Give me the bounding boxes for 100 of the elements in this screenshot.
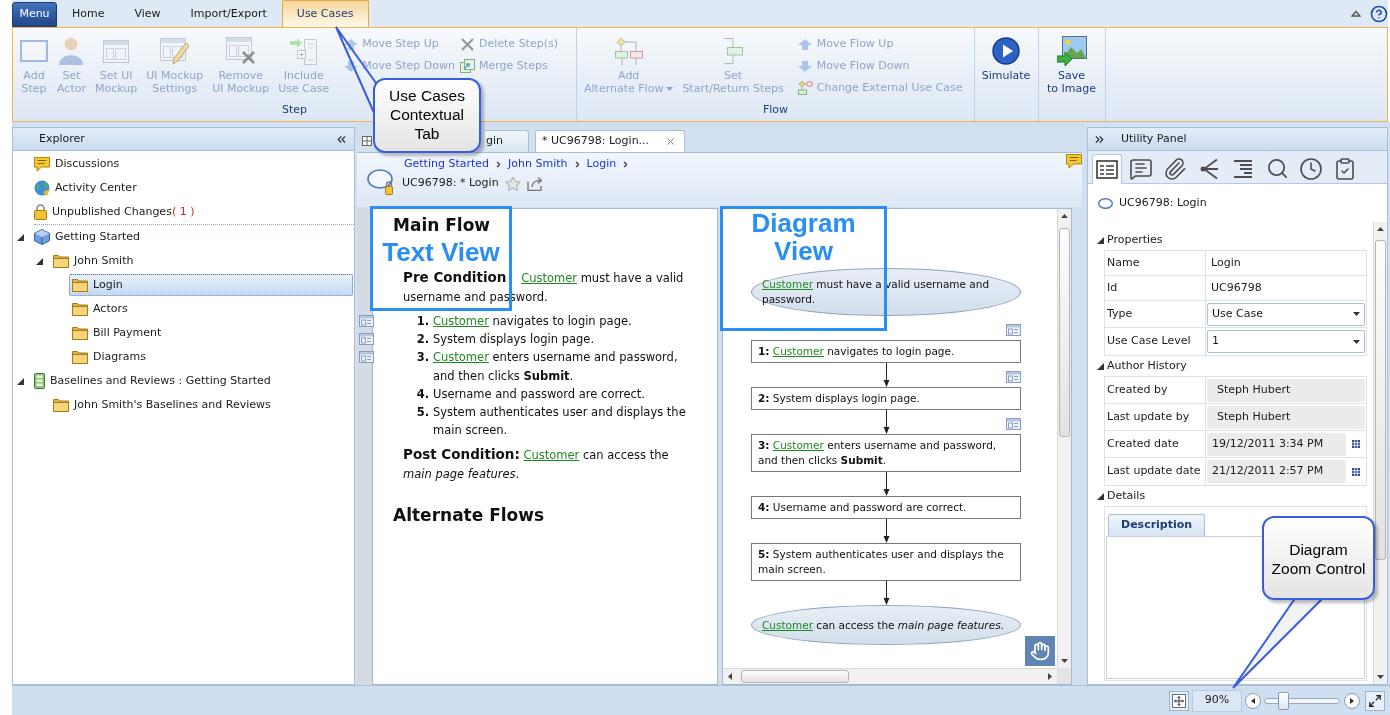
caret-icon <box>1353 312 1360 316</box>
expanded-triangle-icon[interactable] <box>1097 236 1104 244</box>
play-icon <box>992 37 1020 65</box>
actor-link[interactable]: Customer <box>433 350 489 365</box>
document-icon <box>34 373 45 389</box>
node-text: 5: System authenticates user and displays the main screen. <box>758 547 1005 577</box>
share-icon[interactable] <box>526 176 544 191</box>
chevron-up-icon[interactable] <box>1351 10 1361 17</box>
up-arrow-icon <box>343 38 358 50</box>
group-label: Flow <box>762 102 789 118</box>
ribbon-tab[interactable]: Import/Export <box>175 2 282 27</box>
hand-icon <box>1030 641 1050 661</box>
folder-icon <box>53 254 69 268</box>
property-label: Last update date <box>1105 458 1206 485</box>
expanded-triangle-icon[interactable] <box>1097 362 1104 370</box>
fit-to-screen-icon <box>1172 693 1186 708</box>
comment-icon <box>1066 154 1082 169</box>
zoom-slider[interactable] <box>1264 691 1340 710</box>
node-text: Customer can access the main page features. <box>762 617 1004 633</box>
ribbon-tab[interactable]: Use Cases <box>281 0 369 27</box>
ribbon-tab[interactable]: Home <box>57 2 120 27</box>
actor-link[interactable]: Customer <box>772 439 824 451</box>
zoom-field[interactable]: 90% <box>1192 689 1242 712</box>
fullscreen-button[interactable] <box>1365 690 1385 711</box>
ribbon-button[interactable]: Simulate <box>977 28 1035 121</box>
calendar-icon[interactable] <box>1352 467 1360 476</box>
actor-link[interactable]: Customer <box>762 278 813 290</box>
ribbon-button[interactable]: Save to Image <box>1043 28 1100 121</box>
explorer-link[interactable]: Discussions <box>31 153 121 175</box>
menu-button[interactable]: Menu <box>12 2 57 27</box>
flowchart-icon <box>614 37 643 65</box>
slider-thumb[interactable] <box>1278 691 1290 710</box>
expanded-triangle-icon[interactable] <box>16 377 24 385</box>
ribbon-tab[interactable]: View <box>119 2 176 27</box>
cube-icon <box>34 229 50 245</box>
actor-link[interactable]: Customer <box>433 314 489 328</box>
details-tab[interactable]: Description <box>1108 514 1206 536</box>
node-text: Customer must have a valid username and password. <box>762 277 991 307</box>
explorer-link[interactable]: Unpublished Changes( 1 ) <box>31 201 196 223</box>
property-label: Created by <box>1105 377 1206 403</box>
breadcrumb-link[interactable]: Login <box>586 155 617 173</box>
actor-link[interactable]: Customer <box>523 448 580 463</box>
branch-icon <box>1199 157 1219 180</box>
tree-item[interactable]: Getting Started <box>31 226 148 248</box>
tree-item[interactable]: Baselines and Reviews : Getting Started <box>31 370 278 392</box>
window-icon <box>103 39 130 63</box>
fit-button[interactable] <box>1169 690 1189 711</box>
group-label: Step <box>281 102 307 118</box>
actor-link[interactable]: Customer <box>521 271 577 285</box>
tree-item[interactable]: Diagrams <box>69 346 153 368</box>
tool-tab[interactable] <box>1092 154 1122 184</box>
explorer-link[interactable]: Activity Center <box>31 177 138 199</box>
expand-arrows-icon <box>1368 693 1382 708</box>
actor-link[interactable]: Customer <box>762 618 813 631</box>
document-title: UC96798: * Login <box>402 175 499 192</box>
folder-icon <box>72 278 88 292</box>
document-tab[interactable]: gin <box>485 130 529 152</box>
tree-item[interactable]: John Smith <box>50 250 141 272</box>
calendar-icon[interactable] <box>1352 440 1360 448</box>
step-text: System displays login page. <box>433 331 596 349</box>
flow-shapes-icon <box>797 81 813 95</box>
tree-item[interactable]: Actors <box>69 298 135 320</box>
post-condition-text: Post Condition: Customer can access the main page features. <box>403 445 670 484</box>
tree-item[interactable]: Bill Payment <box>69 322 169 344</box>
step-text: Customer enters username and password, and then clicks Submit. <box>433 349 679 385</box>
flow-heading: Main Flow <box>393 214 492 236</box>
date-field: 21/12/2011 2:57 PM <box>1207 460 1346 483</box>
tree-item[interactable]: Login <box>69 274 353 296</box>
zoom-out-button[interactable] <box>1245 692 1261 709</box>
property-label: Created date <box>1105 431 1206 457</box>
dropdown-field[interactable]: Use Case <box>1207 302 1365 326</box>
dropdown-field[interactable]: 1 <box>1207 330 1365 353</box>
scroll-up-icon <box>1061 214 1068 218</box>
zoom-in-button[interactable] <box>1344 692 1360 709</box>
lines-icon <box>1233 158 1253 179</box>
annotation-label: Diagram View <box>750 209 857 265</box>
picture-arrow-icon <box>1056 36 1087 66</box>
actor-link[interactable]: Customer <box>772 345 824 357</box>
breadcrumb-link[interactable]: Getting Started <box>404 155 490 173</box>
expanded-triangle-icon[interactable] <box>1097 492 1104 500</box>
down-arrow-icon <box>343 60 358 72</box>
scrollbar-thumb[interactable] <box>1059 228 1070 437</box>
breadcrumb-link[interactable]: John Smith <box>508 155 568 173</box>
expanded-triangle-icon[interactable] <box>16 233 24 241</box>
tree-item[interactable]: John Smith's Baselines and Reviews <box>50 394 278 416</box>
cross-icon <box>461 37 474 51</box>
node-text: 2: System displays login page. <box>758 391 921 406</box>
document-tab[interactable]: * UC96798: Login... <box>535 130 686 152</box>
help-icon[interactable] <box>1370 4 1388 23</box>
annotation-tooltip: Use Cases Contextual Tab <box>373 78 481 153</box>
section-header: Author History <box>1107 357 1187 374</box>
close-icon[interactable] <box>665 136 677 147</box>
scrollbar-thumb[interactable] <box>741 670 849 683</box>
expanded-triangle-icon[interactable] <box>35 257 43 265</box>
item-title: UC96798: Login <box>1119 194 1207 211</box>
node-text: 4: Username and password are correct. <box>758 500 968 515</box>
panel-title: Utility Panel <box>1121 130 1187 147</box>
scrollbar-thumb[interactable] <box>1375 240 1386 560</box>
pan-button[interactable] <box>1025 636 1055 666</box>
star-icon[interactable] <box>504 175 521 192</box>
